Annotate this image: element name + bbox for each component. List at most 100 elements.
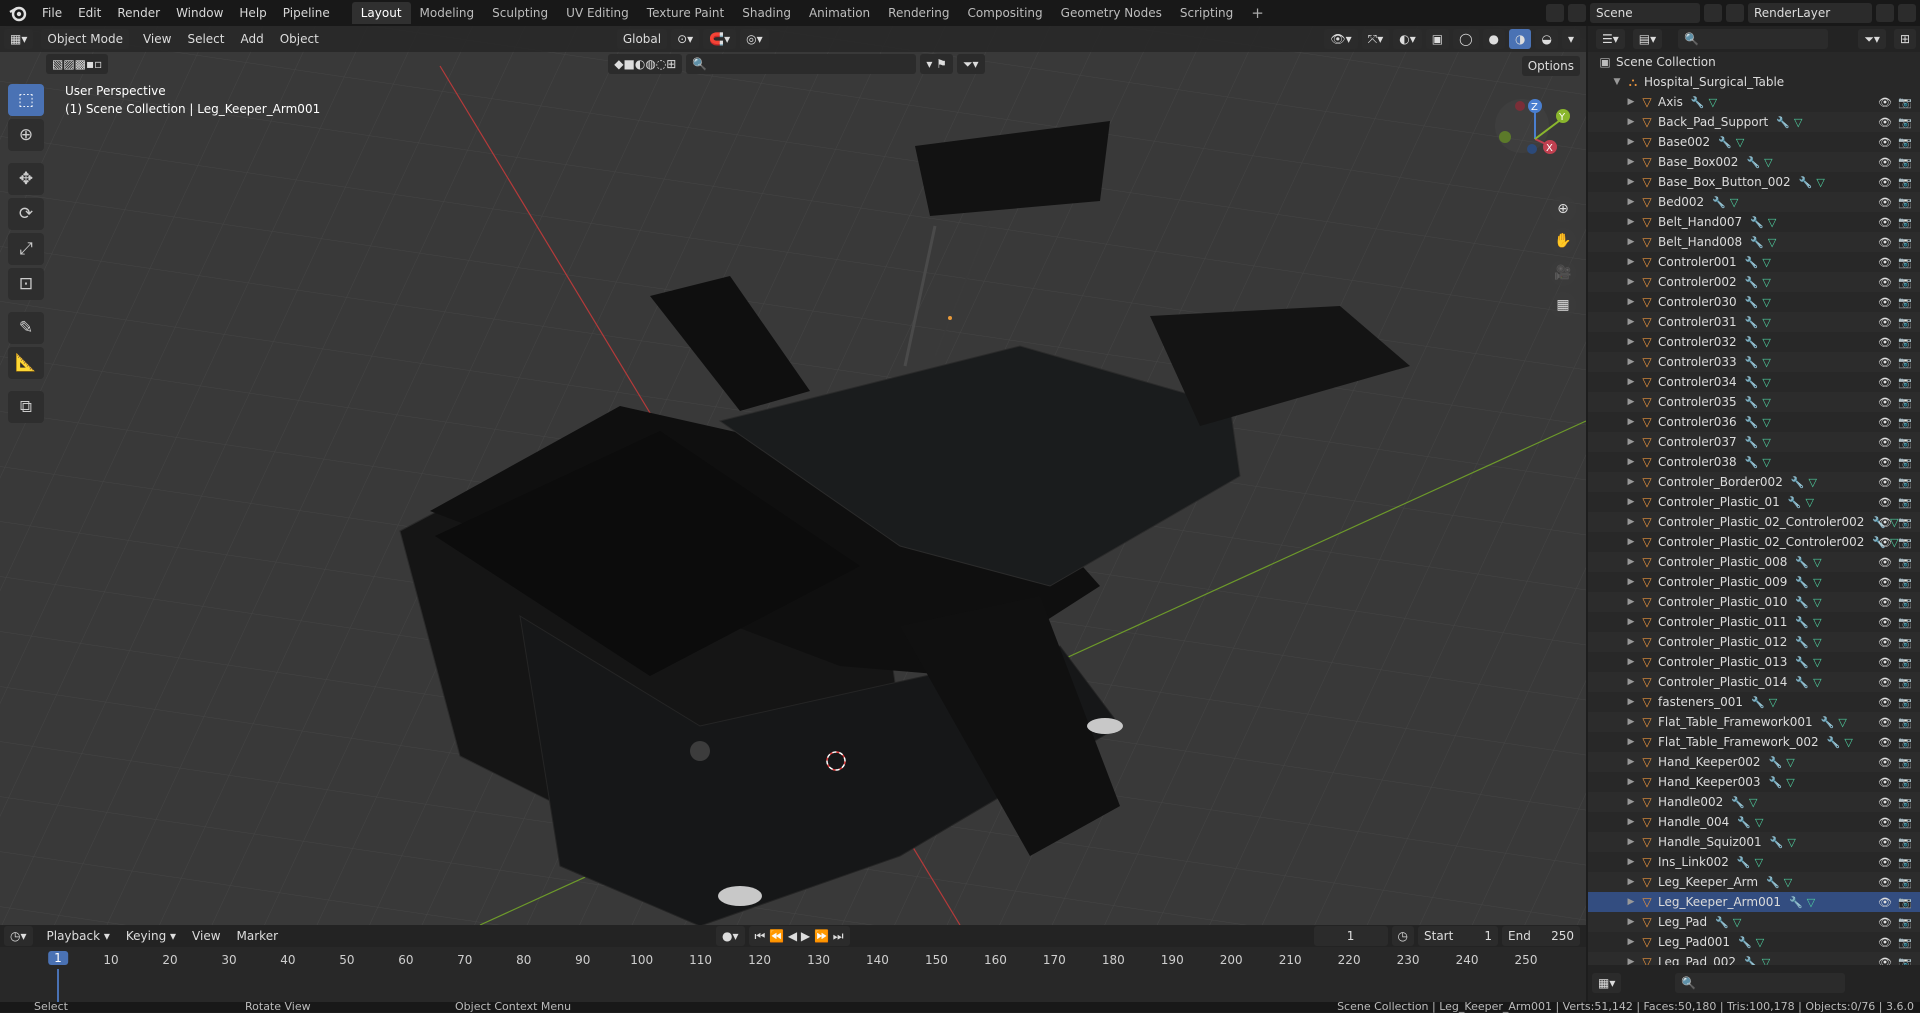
eye-icon[interactable]: 👁	[1878, 376, 1892, 389]
measure-icon[interactable]: 📐	[8, 347, 44, 379]
outliner-filter-icon[interactable]: ⏷▾	[1858, 29, 1886, 49]
camera-render-icon[interactable]: 📷	[1898, 676, 1912, 689]
expand-icon[interactable]: ▶	[1624, 277, 1638, 287]
eye-icon[interactable]: 👁	[1878, 96, 1892, 109]
expand-icon[interactable]: ▶	[1624, 377, 1638, 387]
eye-icon[interactable]: 👁	[1878, 456, 1892, 469]
expand-icon[interactable]: ▼	[1610, 77, 1624, 87]
eye-icon[interactable]: 👁	[1878, 616, 1892, 629]
outliner-item[interactable]: ▶ ▽ Controler034 🔧 ▽ 👁 📷	[1588, 372, 1920, 392]
camera-render-icon[interactable]: 📷	[1898, 596, 1912, 609]
outliner-item[interactable]: ▶ ▽ Base002 🔧 ▽ 👁 📷	[1588, 132, 1920, 152]
eye-icon[interactable]: 👁	[1878, 736, 1892, 749]
expand-icon[interactable]: ▶	[1624, 397, 1638, 407]
camera-render-icon[interactable]: 📷	[1898, 936, 1912, 949]
camera-render-icon[interactable]: 📷	[1898, 396, 1912, 409]
scene-icon[interactable]	[1568, 4, 1586, 22]
outliner-item[interactable]: ▶ ▽ Controler030 🔧 ▽ 👁 📷	[1588, 292, 1920, 312]
expand-icon[interactable]: ▶	[1624, 697, 1638, 707]
zoom-icon[interactable]: ⊕	[1550, 196, 1576, 222]
camera-render-icon[interactable]: 📷	[1898, 576, 1912, 589]
camera-render-icon[interactable]: 📷	[1898, 296, 1912, 309]
camera-render-icon[interactable]: 📷	[1898, 616, 1912, 629]
camera-render-icon[interactable]: 📷	[1898, 716, 1912, 729]
tab-uv-editing[interactable]: UV Editing	[557, 2, 638, 24]
start-frame-field[interactable]: Start 1	[1418, 926, 1498, 946]
camera-render-icon[interactable]: 📷	[1898, 556, 1912, 569]
expand-icon[interactable]: ▶	[1624, 477, 1638, 487]
expand-icon[interactable]: ▶	[1624, 237, 1638, 247]
camera-render-icon[interactable]: 📷	[1898, 856, 1912, 869]
eye-icon[interactable]: 👁	[1878, 716, 1892, 729]
tab-sculpting[interactable]: Sculpting	[483, 2, 557, 24]
camera-render-icon[interactable]: 📷	[1898, 776, 1912, 789]
camera-render-icon[interactable]: 📷	[1898, 496, 1912, 509]
camera-render-icon[interactable]: 📷	[1898, 696, 1912, 709]
outliner-item[interactable]: ▶ ▽ Leg_Keeper_Arm001 🔧 ▽ 👁 📷	[1588, 892, 1920, 912]
eye-icon[interactable]: 👁	[1878, 236, 1892, 249]
expand-icon[interactable]: ▶	[1624, 757, 1638, 767]
expand-icon[interactable]: ▶	[1624, 117, 1638, 127]
expand-icon[interactable]: ▶	[1624, 577, 1638, 587]
camera-render-icon[interactable]: 📷	[1898, 456, 1912, 469]
expand-icon[interactable]: ▶	[1624, 877, 1638, 887]
eye-icon[interactable]: 👁	[1878, 676, 1892, 689]
expand-icon[interactable]: ▶	[1624, 817, 1638, 827]
outliner-item[interactable]: ▶ ▽ Controler_Plastic_011 🔧 ▽ 👁 📷	[1588, 612, 1920, 632]
view-layer-icon[interactable]	[1726, 4, 1744, 22]
menu-window[interactable]: Window	[168, 0, 231, 26]
eye-icon[interactable]: 👁	[1878, 176, 1892, 189]
camera-render-icon[interactable]: 📷	[1898, 256, 1912, 269]
playback-controls-icon[interactable]: ⏮ ⏪ ◀ ▶ ⏩ ⏭	[748, 926, 850, 946]
outliner-item[interactable]: ▶ ▽ Controler031 🔧 ▽ 👁 📷	[1588, 312, 1920, 332]
outliner-item[interactable]: ▶ ▽ Controler_Plastic_013 🔧 ▽ 👁 📷	[1588, 652, 1920, 672]
transform-icon[interactable]: ⊡	[8, 268, 44, 300]
gizmo-toggle-icon[interactable]: ⤧▾	[1361, 29, 1390, 49]
expand-icon[interactable]: ▶	[1624, 157, 1638, 167]
outliner-item[interactable]: ▶ ▽ Base_Box_Button_002 🔧 ▽ 👁 📷	[1588, 172, 1920, 192]
expand-icon[interactable]: ▶	[1624, 837, 1638, 847]
add-cube-icon[interactable]: ⧉	[8, 391, 44, 423]
tab-modeling[interactable]: Modeling	[411, 2, 484, 24]
camera-render-icon[interactable]: 📷	[1898, 316, 1912, 329]
outliner-item[interactable]: ▶ ▽ Controler_Plastic_01 🔧 ▽ 👁 📷	[1588, 492, 1920, 512]
outliner-item[interactable]: ▶ ▽ Controler038 🔧 ▽ 👁 📷	[1588, 452, 1920, 472]
options-button[interactable]: Options	[1521, 56, 1580, 76]
transform-orientation[interactable]: Global	[616, 29, 668, 49]
eye-icon[interactable]: 👁	[1878, 116, 1892, 129]
shading-wireframe-icon[interactable]: ◯	[1453, 29, 1479, 49]
expand-icon[interactable]: ▶	[1624, 257, 1638, 267]
camera-render-icon[interactable]: 📷	[1898, 416, 1912, 429]
menu-pipeline[interactable]: Pipeline	[275, 0, 338, 26]
current-frame-field[interactable]: 1	[1313, 926, 1388, 946]
eye-icon[interactable]: 👁	[1878, 416, 1892, 429]
eye-icon[interactable]: 👁	[1878, 136, 1892, 149]
keyframe-dot-icon[interactable]: ●▾	[716, 926, 745, 946]
outliner-item[interactable]: ▶ ▽ Controler033 🔧 ▽ 👁 📷	[1588, 352, 1920, 372]
camera-render-icon[interactable]: 📷	[1898, 896, 1912, 909]
expand-icon[interactable]: ▶	[1624, 777, 1638, 787]
tab-layout[interactable]: Layout	[351, 2, 411, 24]
expand-icon[interactable]: ▶	[1624, 357, 1638, 367]
expand-icon[interactable]: ▶	[1624, 517, 1638, 527]
eye-icon[interactable]: 👁	[1878, 296, 1892, 309]
eye-icon[interactable]: 👁	[1878, 336, 1892, 349]
select-box-icon[interactable]: ⬚	[8, 84, 44, 116]
camera-render-icon[interactable]: 📷	[1898, 476, 1912, 489]
editor-type-icon[interactable]: ▦▾	[4, 29, 34, 49]
move-icon[interactable]: ✥	[8, 163, 44, 195]
camera-render-icon[interactable]: 📷	[1898, 756, 1912, 769]
3d-viewport[interactable]: Z Y X ▦▾ Object Mode View Select Add Object…	[0, 26, 1586, 925]
expand-icon[interactable]: ▶	[1624, 637, 1638, 647]
expand-icon[interactable]: ▶	[1624, 177, 1638, 187]
viewport-menu-object[interactable]: Object	[272, 32, 327, 46]
camera-render-icon[interactable]: 📷	[1898, 276, 1912, 289]
expand-icon[interactable]: ▶	[1624, 417, 1638, 427]
expand-icon[interactable]: ▶	[1624, 737, 1638, 747]
scene-selector[interactable]: Scene	[1590, 3, 1700, 23]
overlay-toggle-icon[interactable]: ◐▾	[1393, 29, 1422, 49]
outliner-item[interactable]: ▶ ▽ Controler001 🔧 ▽ 👁 📷	[1588, 252, 1920, 272]
camera-render-icon[interactable]: 📷	[1898, 356, 1912, 369]
viewport-menu-add[interactable]: Add	[232, 32, 271, 46]
view-layer-selector[interactable]: RenderLayer	[1748, 3, 1872, 23]
